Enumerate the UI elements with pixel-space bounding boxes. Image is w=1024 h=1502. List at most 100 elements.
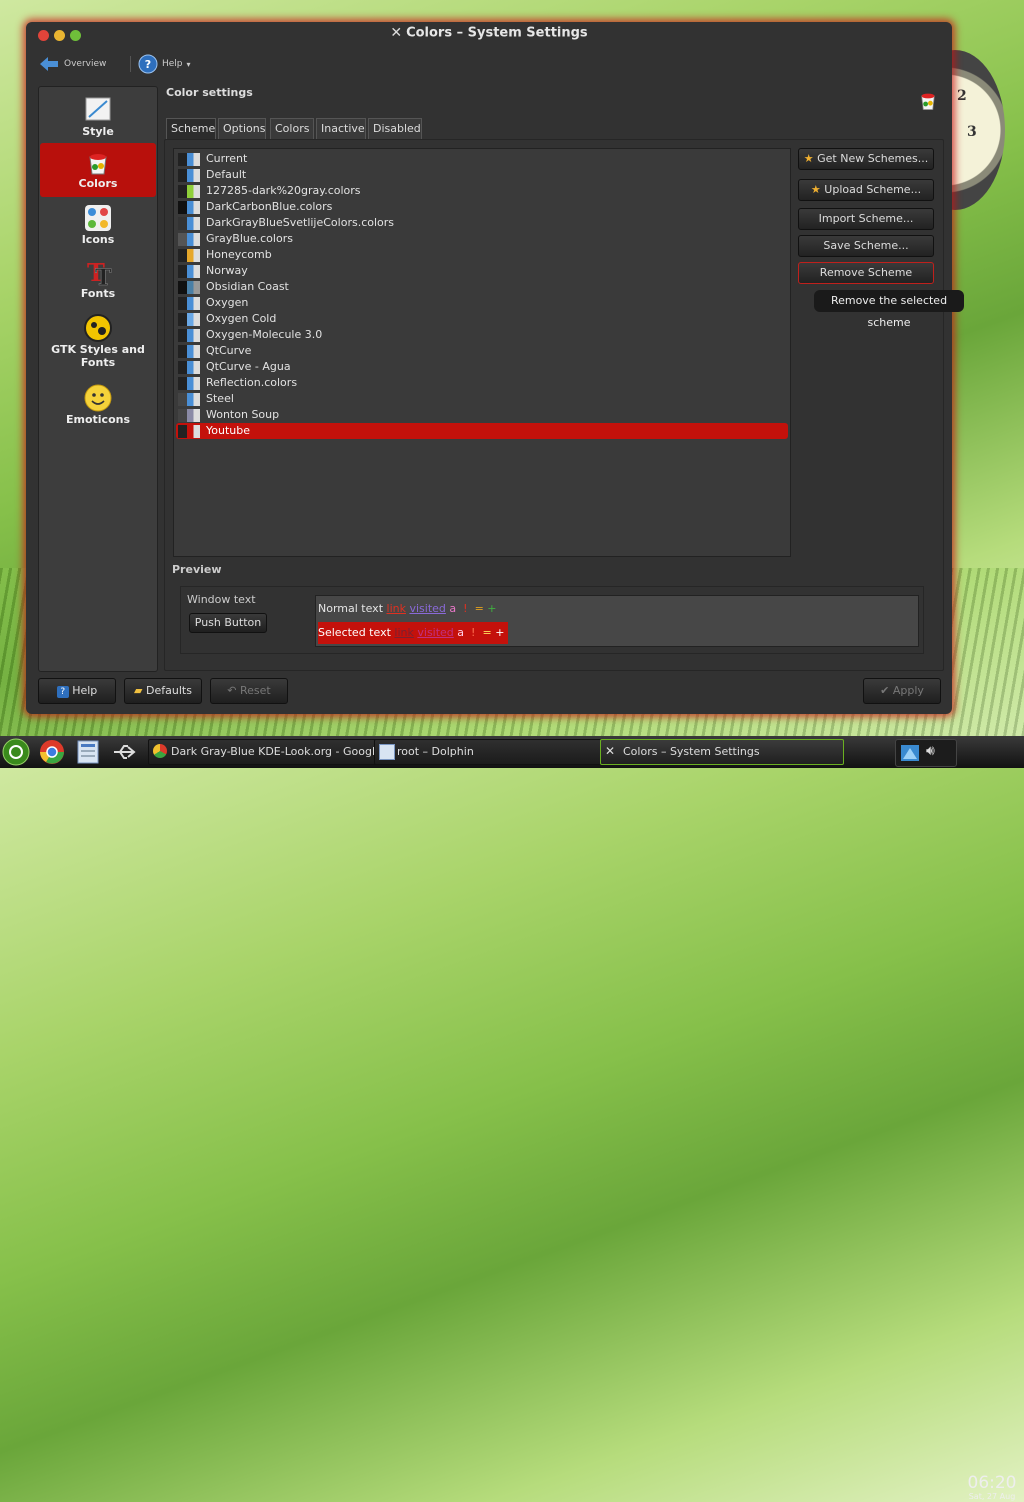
- settings-tools-icon: ✕: [605, 744, 616, 758]
- sidebar-item-gtk[interactable]: GTK Styles and Fonts: [40, 313, 156, 375]
- list-item[interactable]: Current: [176, 151, 788, 167]
- sidebar-item-emoticons[interactable]: Emoticons: [40, 383, 156, 433]
- list-item[interactable]: Reflection.colors: [176, 375, 788, 391]
- usb-device-icon[interactable]: [110, 738, 138, 766]
- list-item[interactable]: Default: [176, 167, 788, 183]
- tab-inactive[interactable]: Inactive: [316, 118, 366, 139]
- file-manager-launcher-icon[interactable]: [74, 738, 102, 766]
- sidebar-item-icons[interactable]: Icons: [40, 203, 156, 253]
- apply-button[interactable]: ✔ Apply: [863, 678, 941, 704]
- title-bar[interactable]: ✕ Colors – System Settings: [26, 22, 952, 46]
- chrome-icon: [153, 744, 167, 758]
- help-button[interactable]: ? Help: [38, 678, 116, 704]
- list-item[interactable]: QtCurve - Agua: [176, 359, 788, 375]
- neutral-sample: =: [482, 626, 492, 639]
- task-system-settings[interactable]: ✕ Colors – System Settings: [600, 739, 844, 765]
- tab-colors[interactable]: Colors: [270, 118, 314, 139]
- sidebar-item-label: Icons: [81, 233, 115, 246]
- tab-scheme[interactable]: Scheme: [166, 118, 216, 139]
- taskbar-clock[interactable]: 06:20 Sat, 27 Aug: [964, 1474, 1020, 1502]
- list-item[interactable]: Steel: [176, 391, 788, 407]
- svg-text:T: T: [95, 265, 112, 287]
- reset-button[interactable]: ↶ Reset: [210, 678, 288, 704]
- scheme-preview-icon: [178, 361, 200, 374]
- chrome-launcher-icon[interactable]: [38, 738, 66, 766]
- toolbar-separator: [130, 56, 131, 72]
- get-new-label: Get New Schemes...: [817, 152, 929, 165]
- upload-scheme-button[interactable]: ★ Upload Scheme...: [798, 179, 934, 201]
- scheme-name: Honeycomb: [206, 248, 272, 261]
- list-item[interactable]: DarkCarbonBlue.colors: [176, 199, 788, 215]
- tooltip: Remove the selected scheme: [814, 290, 964, 329]
- fonts-icon: TT: [87, 258, 112, 287]
- scheme-preview-icon: [178, 217, 200, 230]
- link-sample: link: [394, 626, 414, 639]
- back-arrow-icon: [40, 57, 58, 71]
- sidebar-item-colors[interactable]: Colors: [40, 143, 156, 197]
- get-new-schemes-button[interactable]: ★ Get New Schemes...: [798, 148, 934, 170]
- task-label: Colors – System Settings: [623, 745, 760, 758]
- sidebar-item-label: Fonts: [80, 287, 116, 300]
- clock-time: 06:20: [967, 1473, 1017, 1493]
- help-menu-button[interactable]: ? Help ▾: [138, 52, 191, 76]
- style-icon: [85, 97, 111, 121]
- list-item[interactable]: 127285-dark%20gray.colors: [176, 183, 788, 199]
- scheme-name: Reflection.colors: [206, 376, 298, 389]
- preview-push-button[interactable]: Push Button: [189, 613, 267, 633]
- scheme-preview-icon: [178, 249, 200, 262]
- sidebar-item-style[interactable]: Style: [40, 95, 156, 145]
- scheme-name: Oxygen: [206, 296, 249, 309]
- scheme-name: Current: [206, 152, 248, 165]
- scheme-preview-icon: [178, 297, 200, 310]
- list-item[interactable]: Obsidian Coast: [176, 279, 788, 295]
- defaults-button[interactable]: ▰ Defaults: [124, 678, 202, 704]
- import-scheme-button[interactable]: Import Scheme...: [798, 208, 934, 230]
- scheme-preview-icon: [178, 425, 200, 438]
- list-item[interactable]: Norway: [176, 263, 788, 279]
- scheme-preview-icon: [178, 313, 200, 326]
- scheme-preview-icon: [178, 393, 200, 406]
- defaults-button-label: Defaults: [146, 684, 192, 697]
- help-icon: ?: [138, 54, 158, 74]
- preview-title: Preview: [172, 563, 222, 576]
- preview-sample-box: Normal text link visited a ! = + Selecte…: [315, 595, 919, 647]
- scheme-preview-icon: [178, 377, 200, 390]
- list-item-selected[interactable]: Youtube: [176, 423, 788, 439]
- sidebar: Style Colors Icons TT Fonts GTK Styles a…: [38, 86, 158, 672]
- check-icon: ✔: [880, 684, 890, 697]
- scheme-preview-icon: [178, 185, 200, 198]
- negative-sample: !: [463, 602, 468, 615]
- list-item[interactable]: Oxygen Cold: [176, 311, 788, 327]
- volume-icon[interactable]: 🔊︎: [926, 743, 935, 759]
- star-icon: ★: [803, 152, 818, 165]
- network-icon[interactable]: [900, 744, 920, 762]
- task-dolphin[interactable]: root – Dolphin: [374, 739, 616, 765]
- save-scheme-button[interactable]: Save Scheme...: [798, 235, 934, 257]
- task-chrome[interactable]: Dark Gray-Blue KDE-Look.org - Google C: [148, 739, 388, 765]
- list-item[interactable]: GrayBlue.colors: [176, 231, 788, 247]
- remove-scheme-button[interactable]: Remove Scheme: [798, 262, 934, 284]
- undo-icon: ↶: [227, 684, 237, 697]
- sidebar-item-fonts[interactable]: TT Fonts: [40, 257, 156, 307]
- sidebar-item-label: Style: [82, 125, 114, 138]
- list-item[interactable]: Wonton Soup: [176, 407, 788, 423]
- scheme-list[interactable]: Current Default 127285-dark%20gray.color…: [173, 148, 791, 557]
- scheme-preview-icon: [178, 201, 200, 214]
- tab-disabled[interactable]: Disabled: [368, 118, 422, 139]
- normal-text-line: Normal text link visited a ! = +: [318, 598, 501, 620]
- overview-button[interactable]: Overview: [38, 52, 106, 76]
- tab-options[interactable]: Options: [218, 118, 266, 139]
- list-item[interactable]: QtCurve: [176, 343, 788, 359]
- opensuse-menu-icon[interactable]: [2, 738, 30, 766]
- defaults-icon: ▰: [134, 684, 143, 697]
- taskbar: Dark Gray-Blue KDE-Look.org - Google C r…: [0, 736, 1024, 1501]
- scheme-preview-icon: [178, 281, 200, 294]
- scheme-name: Norway: [206, 264, 248, 277]
- list-item[interactable]: Honeycomb: [176, 247, 788, 263]
- list-item[interactable]: Oxygen: [176, 295, 788, 311]
- list-item[interactable]: DarkGrayBlueSvetlijeColors.colors: [176, 215, 788, 231]
- list-item[interactable]: Oxygen-Molecule 3.0: [176, 327, 788, 343]
- chevron-down-icon: ▾: [186, 59, 191, 69]
- task-label: root – Dolphin: [397, 745, 474, 758]
- scheme-preview-icon: [178, 153, 200, 166]
